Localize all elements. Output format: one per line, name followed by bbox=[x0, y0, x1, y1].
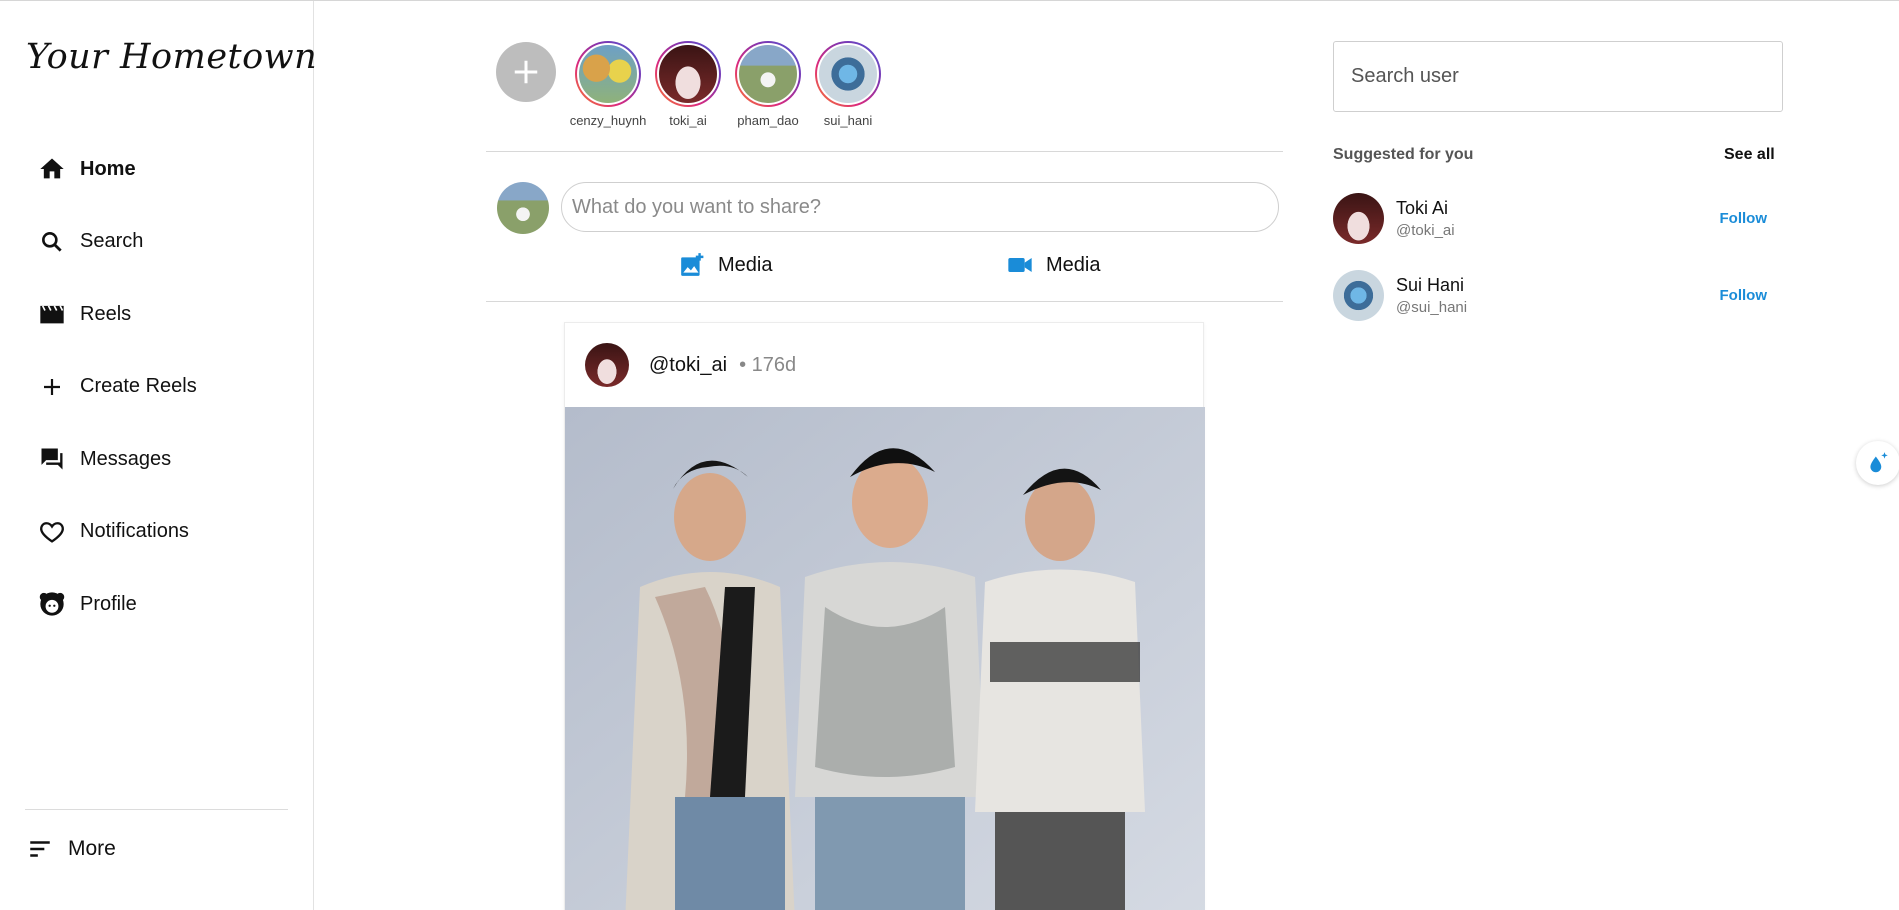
chat-bubbles-icon bbox=[38, 445, 66, 473]
post-username[interactable]: @toki_ai bbox=[649, 354, 727, 377]
post-card: @toki_ai • 176d bbox=[564, 322, 1205, 910]
search-user-input[interactable] bbox=[1333, 41, 1783, 112]
video-camera-icon bbox=[1006, 251, 1034, 279]
clapperboard-icon bbox=[38, 300, 66, 328]
home-icon bbox=[38, 155, 66, 183]
suggestion-info: Sui Hani @sui_hani bbox=[1396, 275, 1467, 316]
avatar[interactable] bbox=[585, 343, 629, 387]
heart-icon bbox=[38, 518, 66, 546]
sidebar-item-label: Profile bbox=[80, 592, 137, 615]
sidebar-item-label: Messages bbox=[80, 447, 172, 470]
suggestion-info: Toki Ai @toki_ai bbox=[1396, 198, 1455, 239]
assistant-float-button[interactable] bbox=[1856, 441, 1899, 485]
sidebar: Your Hometown Home Search Reels Create R… bbox=[0, 1, 317, 910]
story-username: pham_dao bbox=[737, 113, 799, 128]
sidebar-item-label: Reels bbox=[80, 302, 132, 325]
suggestion-row: Toki Ai @toki_ai Follow bbox=[1333, 191, 1783, 245]
sidebar-item-label: Create Reels bbox=[80, 375, 197, 398]
avatar bbox=[817, 43, 879, 105]
avatar[interactable] bbox=[1333, 192, 1384, 244]
post-timestamp: • 176d bbox=[739, 353, 797, 376]
story-ring bbox=[655, 41, 721, 107]
suggested-title: Suggested for you bbox=[1333, 146, 1474, 163]
story-ring bbox=[815, 41, 881, 107]
suggestion-name[interactable]: Toki Ai bbox=[1396, 198, 1455, 219]
add-video-button[interactable]: Media bbox=[1006, 251, 1100, 279]
avatar[interactable] bbox=[497, 182, 549, 234]
media-label: Media bbox=[1046, 253, 1101, 276]
follow-button[interactable]: Follow bbox=[1720, 210, 1768, 227]
avatar bbox=[577, 43, 639, 105]
story-item[interactable]: pham_dao bbox=[728, 41, 808, 128]
more-button[interactable]: More bbox=[26, 835, 116, 863]
sidebar-item-label: Notifications bbox=[80, 520, 189, 543]
story-item[interactable]: cenzy_huynh bbox=[568, 41, 648, 128]
story-ring bbox=[575, 41, 641, 107]
divider bbox=[486, 151, 1283, 152]
sidebar-nav: Home Search Reels Create Reels Messages bbox=[24, 133, 294, 641]
sidebar-item-reels[interactable]: Reels bbox=[24, 278, 294, 351]
sidebar-item-messages[interactable]: Messages bbox=[24, 423, 294, 496]
add-photo-icon bbox=[678, 251, 706, 279]
plus-icon bbox=[514, 60, 538, 84]
story-username: cenzy_huynh bbox=[569, 113, 647, 128]
suggestion-row: Sui Hani @sui_hani Follow bbox=[1333, 268, 1783, 322]
menu-lines-icon bbox=[26, 835, 54, 863]
search-icon bbox=[38, 228, 66, 256]
sidebar-item-create-reels[interactable]: Create Reels bbox=[24, 351, 294, 424]
water-drop-sparkle-icon bbox=[1870, 452, 1888, 473]
suggestion-name[interactable]: Sui Hani bbox=[1396, 275, 1467, 296]
add-story-button[interactable] bbox=[496, 42, 556, 102]
see-all-link[interactable]: See all bbox=[1724, 146, 1775, 164]
profile-face-icon bbox=[38, 590, 66, 618]
post-image[interactable] bbox=[565, 407, 1205, 910]
suggestion-handle: @toki_ai bbox=[1396, 221, 1455, 239]
sidebar-item-notifications[interactable]: Notifications bbox=[24, 496, 294, 569]
suggestion-handle: @sui_hani bbox=[1396, 298, 1468, 316]
story-ring bbox=[735, 41, 801, 107]
post-header: @toki_ai • 176d bbox=[565, 323, 1203, 407]
plus-icon bbox=[38, 373, 66, 401]
sidebar-item-profile[interactable]: Profile bbox=[24, 568, 294, 641]
stories-bar: cenzy_huynh toki_ai pham_dao sui_hani bbox=[496, 41, 898, 128]
avatar bbox=[657, 43, 719, 105]
story-username: sui_hani bbox=[823, 113, 873, 128]
add-photo-button[interactable]: Media bbox=[678, 251, 772, 279]
story-username: toki_ai bbox=[669, 113, 707, 128]
divider bbox=[486, 301, 1283, 302]
sidebar-item-home[interactable]: Home bbox=[24, 133, 294, 206]
avatar[interactable] bbox=[1333, 269, 1384, 321]
story-item[interactable]: sui_hani bbox=[808, 41, 888, 128]
app-logo[interactable]: Your Hometown bbox=[26, 37, 317, 77]
sidebar-item-search[interactable]: Search bbox=[24, 206, 294, 279]
follow-button[interactable]: Follow bbox=[1720, 287, 1768, 304]
sidebar-divider bbox=[25, 809, 288, 810]
sidebar-item-label: Search bbox=[80, 230, 144, 253]
story-item[interactable]: toki_ai bbox=[648, 41, 728, 128]
sidebar-item-label: Home bbox=[80, 157, 136, 180]
media-label: Media bbox=[718, 253, 773, 276]
share-input[interactable] bbox=[561, 182, 1279, 232]
avatar bbox=[737, 43, 799, 105]
more-label: More bbox=[68, 837, 116, 860]
